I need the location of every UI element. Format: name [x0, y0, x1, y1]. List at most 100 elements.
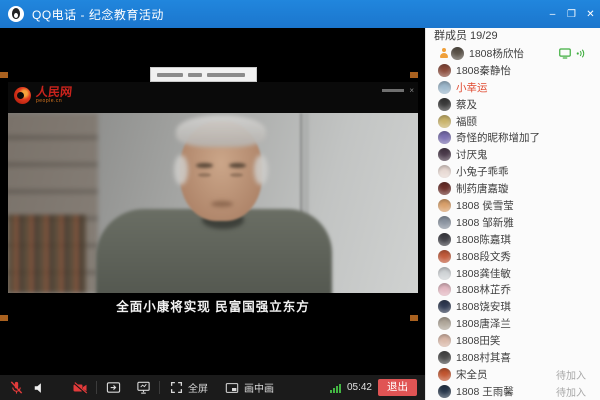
member-name: 1808 侯雪莹	[456, 198, 514, 213]
avatar	[438, 385, 451, 398]
notification-text-bar	[207, 73, 245, 77]
member-name: 福颐	[456, 114, 477, 129]
member-panel: 群成员 19/29 1808杨欣怡1808秦静怡小幸运蔡及福颐奇怪的昵称增加了讨…	[425, 28, 600, 400]
speaker-face	[211, 201, 233, 207]
speaker-face	[198, 173, 211, 177]
avatar	[438, 317, 451, 330]
close-button[interactable]: ✕	[581, 0, 600, 28]
speaking-indicator-icon	[575, 48, 586, 59]
member-row[interactable]: 1808杨欣怡	[426, 45, 600, 62]
avatar	[438, 115, 451, 128]
member-row[interactable]: 1808村其喜	[426, 349, 600, 366]
browser-notification-bar	[150, 67, 257, 82]
window-controls: – ❐ ✕	[543, 0, 600, 28]
qq-logo-icon	[8, 6, 24, 22]
member-name: 蔡及	[456, 97, 477, 112]
video-subtitle: 全面小康将实现 民富国强立东方	[8, 296, 418, 315]
minimize-button[interactable]: –	[543, 0, 562, 28]
page-edge-accent	[0, 72, 8, 78]
exit-call-button[interactable]: 退出	[378, 379, 417, 396]
avatar	[438, 334, 451, 347]
peoplecn-logo: 人民网 people.cn	[14, 86, 72, 104]
site-name: 人民网	[35, 86, 72, 98]
page-edge-accent	[410, 72, 418, 78]
member-row[interactable]: 1808田笑	[426, 332, 600, 349]
member-name: 1808唐泽兰	[456, 316, 511, 331]
speaker-icon[interactable]	[32, 380, 48, 396]
pending-label: 待加入	[556, 367, 586, 382]
avatar	[438, 250, 451, 263]
member-list: 1808杨欣怡1808秦静怡小幸运蔡及福颐奇怪的昵称增加了讨厌鬼小兔子乖乖制药唐…	[426, 45, 600, 400]
page-edge-accent	[410, 315, 418, 321]
header-close-icon[interactable]: ×	[409, 86, 414, 95]
avatar	[438, 267, 451, 280]
member-row[interactable]: 1808 邹新雅	[426, 214, 600, 231]
member-row[interactable]: 1808唐泽兰	[426, 315, 600, 332]
member-row[interactable]: 1808秦静怡	[426, 62, 600, 79]
member-name: 制药唐嘉璇	[456, 181, 509, 196]
member-row[interactable]: 宋全员 待加入	[426, 366, 600, 383]
member-row[interactable]: 小兔子乖乖	[426, 163, 600, 180]
screen-share-indicator-icon	[559, 48, 571, 59]
page-edge-accent	[0, 315, 8, 321]
peoplecn-site-header: 人民网 people.cn ×	[8, 82, 418, 113]
member-name: 1808段文秀	[456, 249, 511, 264]
member-row[interactable]: 奇怪的昵称增加了	[426, 129, 600, 146]
member-name: 1808林芷乔	[456, 282, 511, 297]
member-name: 1808饶安琪	[456, 299, 511, 314]
member-name: 1808秦静怡	[456, 63, 511, 78]
titlebar: QQ电话 - 纪念教育活动 – ❐ ✕	[0, 0, 600, 28]
notification-text-bar	[188, 73, 202, 77]
avatar	[438, 165, 451, 178]
member-row[interactable]: 讨厌鬼	[426, 146, 600, 163]
member-name: 宋全员	[456, 367, 488, 382]
member-row[interactable]: 小幸运	[426, 79, 600, 96]
speaker-hair	[174, 155, 188, 185]
member-name: 小兔子乖乖	[456, 164, 509, 179]
avatar	[438, 131, 451, 144]
speaker-face	[229, 163, 246, 168]
camera-muted-icon[interactable]	[72, 380, 88, 396]
member-name: 奇怪的昵称增加了	[456, 130, 540, 145]
avatar	[438, 81, 451, 94]
toolbar-divider	[159, 381, 160, 394]
speaker-face	[196, 163, 213, 168]
member-name: 1808村其喜	[456, 350, 511, 365]
member-row[interactable]: 1808 侯雪莹	[426, 197, 600, 214]
share-screen-icon[interactable]	[105, 380, 121, 396]
speaker-hair	[254, 155, 268, 185]
whiteboard-icon[interactable]	[135, 380, 151, 396]
avatar	[438, 64, 451, 77]
call-timer: 05:42	[347, 382, 372, 393]
microphone-muted-icon[interactable]	[8, 380, 24, 396]
avatar	[438, 148, 451, 161]
avatar	[438, 182, 451, 195]
books-background	[8, 215, 86, 293]
avatar	[451, 47, 464, 60]
network-signal-icon	[330, 383, 341, 393]
avatar	[438, 283, 451, 296]
avatar	[438, 300, 451, 313]
peoplecn-logo-icon	[14, 87, 31, 104]
member-row[interactable]: 1808段文秀	[426, 248, 600, 265]
member-row[interactable]: 福颐	[426, 113, 600, 130]
member-row[interactable]: 1808林芷乔	[426, 281, 600, 298]
member-row[interactable]: 1808饶安琪	[426, 298, 600, 315]
member-row[interactable]: 制药唐嘉璇	[426, 180, 600, 197]
member-row[interactable]: 1808龚佳敏	[426, 265, 600, 282]
speaker-hair	[176, 115, 266, 147]
member-row[interactable]: 蔡及	[426, 96, 600, 113]
pip-button[interactable]: 画中画	[224, 380, 274, 396]
notification-text-bar	[157, 73, 183, 77]
member-name: 1808 王雨馨	[456, 384, 514, 399]
call-toolbar: 全屏 画中画 05:42 退出	[0, 375, 425, 400]
site-domain: people.cn	[36, 99, 72, 104]
avatar	[438, 199, 451, 212]
member-row[interactable]: 1808 王雨馨待加入	[426, 383, 600, 400]
maximize-button[interactable]: ❐	[562, 0, 581, 28]
member-row[interactable]: 1808陈嘉琪	[426, 231, 600, 248]
avatar	[438, 351, 451, 364]
fullscreen-button[interactable]: 全屏	[168, 380, 208, 396]
pip-icon	[224, 380, 240, 396]
member-panel-header: 群成员 19/29	[426, 28, 600, 45]
